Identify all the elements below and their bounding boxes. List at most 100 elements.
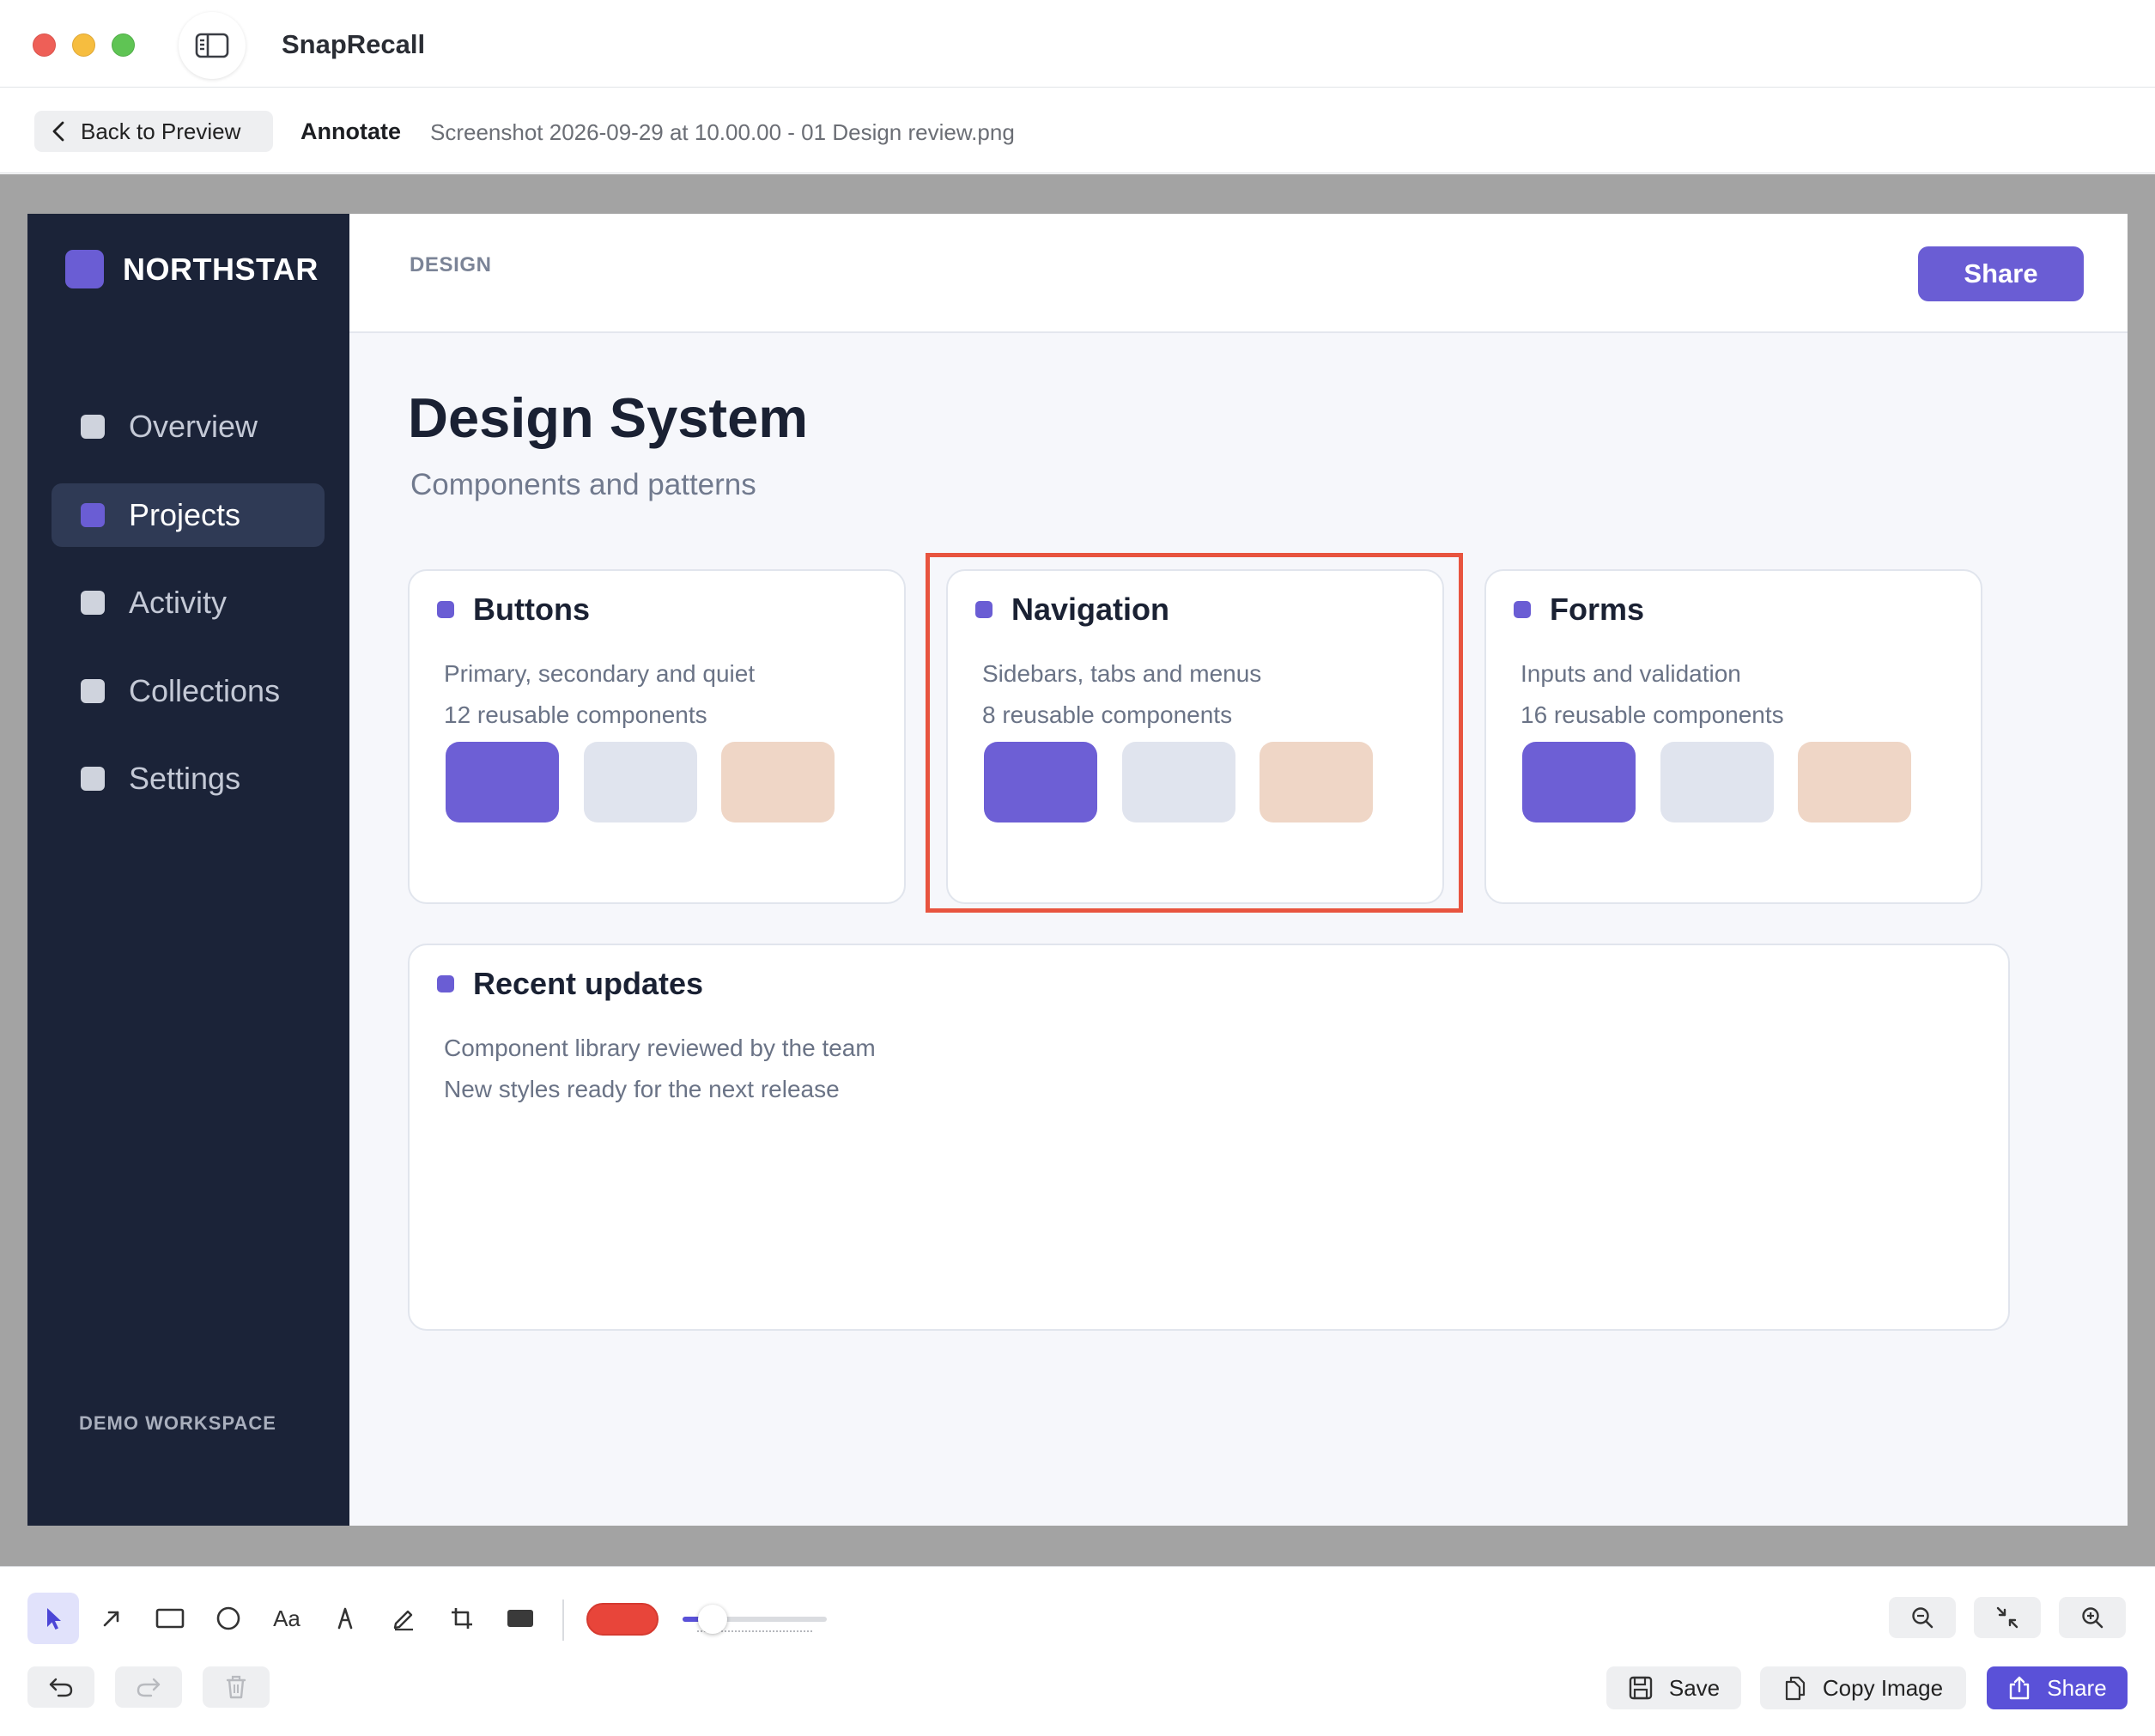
delete-button[interactable] [203, 1666, 270, 1708]
stroke-color-picker[interactable] [586, 1603, 659, 1636]
card-header: Buttons [437, 592, 590, 628]
nav-item-label: Overview [129, 409, 258, 444]
redo-button[interactable] [115, 1666, 182, 1708]
text-tool-label: Aa [273, 1605, 300, 1631]
nav-item-projects: Projects [52, 483, 325, 547]
back-to-preview-button[interactable]: Back to Preview [34, 111, 273, 152]
toolbar-divider [562, 1599, 564, 1641]
redact-icon [507, 1610, 533, 1627]
highlighter-tool[interactable] [319, 1593, 371, 1644]
panel-header: Recent updates [437, 966, 703, 1002]
copy-icon [1785, 1676, 1806, 1701]
file-name: Screenshot 2026-09-29 at 10.00.00 - 01 D… [430, 119, 1015, 145]
card-buttons: Buttons Primary, secondary and quiet 12 … [408, 569, 906, 904]
text-tool[interactable]: Aa [261, 1593, 313, 1644]
screenshot-image[interactable]: NORTHSTAR Overview Projects Activity Col… [27, 214, 2128, 1526]
nav-bullet-icon [81, 503, 105, 527]
select-tool[interactable] [27, 1593, 79, 1644]
screenshot-brand: NORTHSTAR [65, 250, 319, 288]
swatch-accent [1522, 742, 1636, 822]
card-count: 12 reusable components [444, 701, 707, 728]
nav-item-label: Settings [129, 761, 241, 796]
highlighter-icon [337, 1607, 353, 1630]
close-window-button[interactable] [33, 33, 56, 57]
arrow-tool[interactable] [86, 1593, 137, 1644]
zoom-out-button[interactable] [1889, 1597, 1956, 1638]
swatch-peach [721, 742, 835, 822]
zoom-window-button[interactable] [112, 33, 135, 57]
nav-bullet-icon [81, 415, 105, 439]
card-header: Forms [1514, 592, 1644, 628]
nav-item-settings: Settings [52, 747, 325, 810]
copy-image-button[interactable]: Copy Image [1760, 1666, 1966, 1709]
nav-item-label: Projects [129, 497, 241, 532]
card-description: Inputs and validation [1521, 660, 1741, 687]
card-bullet-icon [437, 601, 454, 618]
editor-header: Back to Preview Annotate Screenshot 2026… [0, 88, 2155, 173]
save-button[interactable]: Save [1606, 1666, 1741, 1709]
workspace-label: DEMO WORKSPACE [79, 1412, 276, 1434]
nav-item-activity: Activity [52, 571, 325, 634]
zoom-in-icon [2082, 1607, 2103, 1629]
nav-bullet-icon [81, 679, 105, 703]
card-title: Buttons [473, 592, 590, 627]
share-icon [2010, 1676, 2030, 1700]
panel-title: Recent updates [473, 966, 704, 1001]
brand-logo-icon [65, 250, 104, 288]
swatch-neutral [1660, 742, 1774, 822]
nav-item-label: Activity [129, 585, 228, 620]
card-forms: Forms Inputs and validation 16 reusable … [1484, 569, 1982, 904]
mode-label: Annotate [300, 118, 401, 144]
zoom-in-button[interactable] [2059, 1597, 2126, 1638]
stroke-width-slider-knob[interactable] [698, 1605, 727, 1634]
screenshot-topbar: DESIGN Share [349, 214, 2128, 333]
rectangle-icon [155, 1608, 185, 1629]
pen-tool[interactable] [378, 1593, 429, 1644]
trash-icon [226, 1675, 246, 1699]
annotation-canvas[interactable]: NORTHSTAR Overview Projects Activity Col… [0, 174, 2155, 1566]
chevron-left-icon [52, 121, 64, 142]
fit-to-window-button[interactable] [1974, 1597, 2041, 1638]
page-title: Design System [408, 386, 809, 449]
update-item: Component library reviewed by the team [444, 1035, 876, 1061]
breadcrumb: DESIGN [410, 253, 492, 276]
rectangle-tool[interactable] [144, 1593, 196, 1644]
annotation-rectangle[interactable] [926, 553, 1463, 913]
cursor-arrow-icon [47, 1608, 61, 1630]
screenshot-sidebar: NORTHSTAR Overview Projects Activity Col… [27, 214, 349, 1526]
circle-icon [216, 1606, 240, 1630]
fit-to-window-icon [1996, 1606, 2018, 1629]
recent-updates-panel: Recent updates Component library reviewe… [408, 944, 2010, 1331]
arrow-icon [103, 1611, 119, 1627]
swatch-peach [1798, 742, 1911, 822]
page-subtitle: Components and patterns [410, 468, 756, 501]
nav-bullet-icon [81, 591, 105, 615]
share-button[interactable]: Share [1987, 1666, 2128, 1709]
save-icon [1629, 1676, 1653, 1700]
app-title: SnapRecall [282, 29, 426, 59]
copy-image-label: Copy Image [1822, 1674, 1944, 1701]
ellipse-tool[interactable] [203, 1593, 254, 1644]
card-description: Primary, secondary and quiet [444, 660, 756, 687]
undo-button[interactable] [27, 1666, 94, 1708]
pen-icon [393, 1610, 413, 1631]
sidebar-toggle-icon [195, 33, 229, 58]
zoom-out-icon [1912, 1607, 1933, 1629]
panel-bullet-icon [437, 975, 454, 992]
title-bar: SnapRecall [0, 0, 2155, 88]
brand-name: NORTHSTAR [123, 251, 319, 287]
redo-icon [137, 1678, 161, 1697]
save-label: Save [1668, 1674, 1721, 1701]
annotation-toolbar: Aa Save Copy Image Share [0, 1566, 2155, 1736]
card-count: 16 reusable components [1521, 701, 1784, 728]
crop-tool[interactable] [436, 1593, 488, 1644]
sidebar-toggle-button[interactable] [179, 12, 246, 79]
share-label: Share [2047, 1674, 2107, 1701]
back-to-preview-label: Back to Preview [81, 118, 241, 144]
card-bullet-icon [1514, 601, 1531, 618]
redact-tool[interactable] [495, 1593, 546, 1644]
crop-icon [452, 1608, 472, 1629]
minimize-window-button[interactable] [72, 33, 95, 57]
nav-item-collections: Collections [52, 659, 325, 723]
swatch-accent [446, 742, 559, 822]
